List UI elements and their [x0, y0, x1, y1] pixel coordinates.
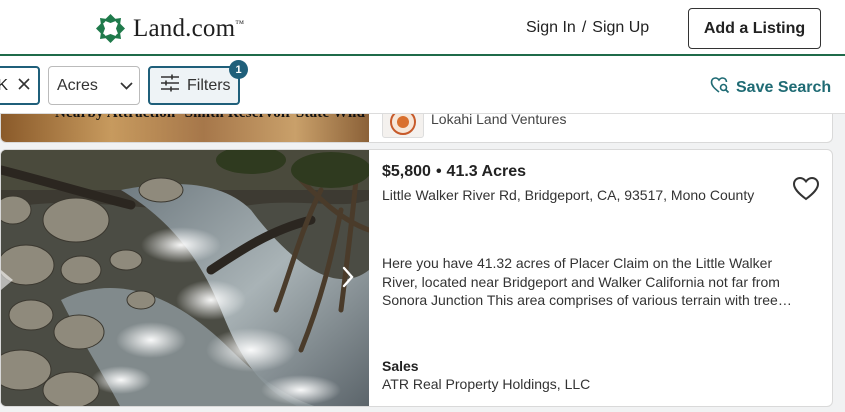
listing-category: Sales	[382, 358, 419, 374]
price-separator: •	[435, 163, 442, 180]
listing-description: Here you have 41.32 acres of Placer Clai…	[382, 255, 792, 308]
heart-icon[interactable]	[792, 176, 820, 207]
sliders-icon	[160, 74, 180, 97]
auth-separator: /	[581, 19, 587, 36]
listing-price: $5,800	[382, 163, 431, 180]
brand-logo[interactable]: Land.com™	[95, 13, 244, 44]
seller-logo	[382, 114, 424, 138]
heart-search-icon	[710, 76, 730, 99]
listing-acres: 41.3 Acres	[446, 163, 527, 180]
auth-links: Sign In / Sign Up	[526, 19, 649, 37]
chip-label: K	[0, 76, 8, 94]
close-icon[interactable]	[18, 77, 30, 95]
save-search-button[interactable]: Save Search	[710, 76, 831, 99]
acres-select[interactable]: Acres	[48, 66, 140, 105]
listing-image-previous[interactable]: Nearby Attraction- Smith Reservoir State…	[1, 114, 369, 142]
listing-seller[interactable]: ATR Real Property Holdings, LLC	[382, 376, 590, 392]
listing-card[interactable]: $5,800 • 41.3 Acres Little Walker River Rd…	[0, 149, 833, 407]
site-header: Land.com™ Sign In / Sign Up Add a Listin…	[0, 0, 845, 56]
add-listing-button[interactable]: Add a Listing	[688, 8, 821, 49]
filters-button[interactable]: Filters	[148, 66, 240, 105]
listing-image[interactable]	[1, 150, 369, 406]
seller-name-previous: Lokahi Land Ventures	[431, 114, 567, 127]
sign-up-link[interactable]: Sign Up	[592, 19, 649, 37]
chevron-right-icon[interactable]	[337, 264, 359, 290]
chevron-down-icon	[120, 77, 133, 95]
acres-select-value: Acres	[57, 76, 98, 94]
listing-image-caption: Nearby Attraction- Smith Reservoir State…	[55, 114, 365, 122]
filters-count-badge: 1	[229, 60, 248, 79]
land-leaf-logo-icon	[95, 13, 126, 44]
sign-in-link[interactable]: Sign In	[526, 19, 576, 37]
listing-address[interactable]: Little Walker River Rd, Bridgeport, CA, …	[382, 187, 754, 203]
filters-label: Filters	[187, 76, 231, 94]
save-search-label: Save Search	[736, 78, 832, 96]
brand-name: Land.com™	[133, 14, 245, 42]
filter-bar: K Acres Filters 1 Save Search	[0, 56, 845, 114]
listing-price-acres: $5,800 • 41.3 Acres	[382, 163, 526, 181]
location-filter-chip[interactable]: K	[0, 66, 40, 105]
listing-card-previous[interactable]: Nearby Attraction- Smith Reservoir State…	[0, 114, 833, 143]
